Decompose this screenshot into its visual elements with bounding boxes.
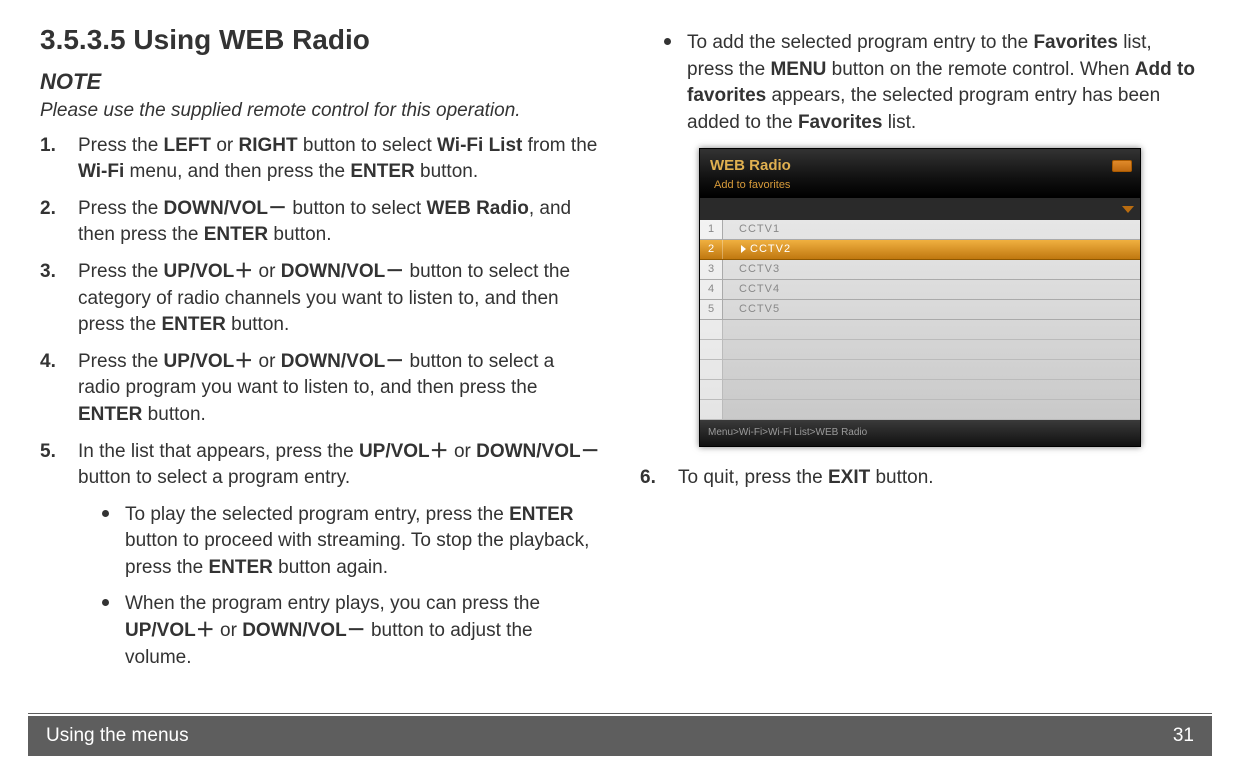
device-list-row[interactable]: 4CCTV4 — [700, 280, 1140, 300]
footer-bar: Using the menus 31 — [28, 716, 1212, 756]
device-empty-row — [700, 400, 1140, 420]
step-number: 4. — [40, 349, 62, 429]
row-number: 2 — [700, 240, 723, 259]
step-text: Press the DOWN/VOL－ button to select WEB… — [78, 196, 600, 249]
device-subtitle: Add to favorites — [700, 178, 1140, 197]
device-list-row[interactable]: 3CCTV3 — [700, 260, 1140, 280]
list-item: 6. To quit, press the EXIT button. — [640, 465, 1200, 492]
right-column: To add the selected program entry to the… — [640, 20, 1200, 681]
left-column: 3.5.3.5 Using WEB Radio NOTE Please use … — [40, 20, 600, 681]
ordered-steps-right: 6. To quit, press the EXIT button. — [640, 465, 1200, 492]
row-number — [700, 400, 723, 419]
row-label: CCTV3 — [723, 262, 780, 277]
row-number — [700, 340, 723, 359]
ordered-steps-left: 1. Press the LEFT or RIGHT button to sele… — [40, 133, 600, 672]
battery-icon — [1112, 160, 1132, 172]
sub-bullet: When the program entry plays, you can pr… — [102, 591, 600, 671]
device-list-row[interactable]: 5CCTV5 — [700, 300, 1140, 320]
row-number: 3 — [700, 260, 723, 279]
device-empty-row — [700, 340, 1140, 360]
bullet-text: To add the selected program entry to the… — [687, 30, 1200, 136]
sub-bullet: To play the selected program entry, pres… — [102, 502, 600, 582]
bullet-text: When the program entry plays, you can pr… — [125, 591, 600, 671]
device-header: WEB Radio — [700, 149, 1140, 178]
step-number: 1. — [40, 133, 62, 186]
step-text: In the list that appears, press the UP/V… — [78, 439, 600, 672]
device-list-row[interactable]: 1CCTV1 — [700, 220, 1140, 240]
chevron-down-icon — [1122, 206, 1134, 213]
list-item: 2. Press the DOWN/VOL－ button to select W… — [40, 196, 600, 249]
device-list-row[interactable]: 2CCTV2 — [700, 240, 1140, 260]
list-item: 1. Press the LEFT or RIGHT button to sele… — [40, 133, 600, 186]
row-number: 1 — [700, 220, 723, 239]
row-label: CCTV4 — [723, 282, 780, 297]
row-number: 5 — [700, 300, 723, 319]
section-heading: 3.5.3.5 Using WEB Radio — [40, 20, 600, 59]
step-number: 6. — [640, 465, 662, 492]
device-empty-row — [700, 360, 1140, 380]
step-text: To quit, press the EXIT button. — [678, 465, 1200, 492]
step-text: Press the UP/VOL＋ or DOWN/VOL－ button to… — [78, 259, 600, 339]
row-number: 4 — [700, 280, 723, 299]
step-text: Press the LEFT or RIGHT button to select… — [78, 133, 600, 186]
bullet-icon — [664, 38, 671, 45]
device-screenshot: WEB Radio Add to favorites 1CCTV12CCTV23… — [699, 148, 1141, 447]
bullet-item: To add the selected program entry to the… — [664, 30, 1200, 136]
row-number — [700, 360, 723, 379]
device-title: WEB Radio — [710, 155, 791, 176]
footer-page: 31 — [1173, 725, 1194, 747]
bullet-text: To play the selected program entry, pres… — [125, 502, 600, 582]
step-text: Press the UP/VOL＋ or DOWN/VOL－ button to… — [78, 349, 600, 429]
list-item: 4.Press the UP/VOL＋ or DOWN/VOL－ button … — [40, 349, 600, 429]
bullet-icon — [102, 599, 109, 606]
device-list: 1CCTV12CCTV23CCTV34CCTV45CCTV5 — [700, 220, 1140, 420]
list-item: 5.In the list that appears, press the UP… — [40, 439, 600, 672]
device-empty-row — [700, 320, 1140, 340]
bullets-right: To add the selected program entry to the… — [664, 30, 1200, 136]
note-text: Please use the supplied remote control f… — [40, 98, 600, 125]
step-number: 2. — [40, 196, 62, 249]
row-label: CCTV2 — [723, 242, 791, 257]
step-number: 3. — [40, 259, 62, 339]
list-item: 3.Press the UP/VOL＋ or DOWN/VOL－ button … — [40, 259, 600, 339]
scroll-down-hint — [700, 198, 1140, 220]
row-label: CCTV5 — [723, 302, 780, 317]
play-icon — [741, 245, 746, 253]
row-number — [700, 380, 723, 399]
device-breadcrumb: Menu>Wi-Fi>Wi-Fi List>WEB Radio — [700, 420, 1140, 446]
footer-section: Using the menus — [46, 725, 189, 747]
bullet-icon — [102, 510, 109, 517]
device-empty-row — [700, 380, 1140, 400]
step-number: 5. — [40, 439, 62, 672]
note-label: NOTE — [40, 67, 600, 98]
row-number — [700, 320, 723, 339]
row-label: CCTV1 — [723, 222, 780, 237]
